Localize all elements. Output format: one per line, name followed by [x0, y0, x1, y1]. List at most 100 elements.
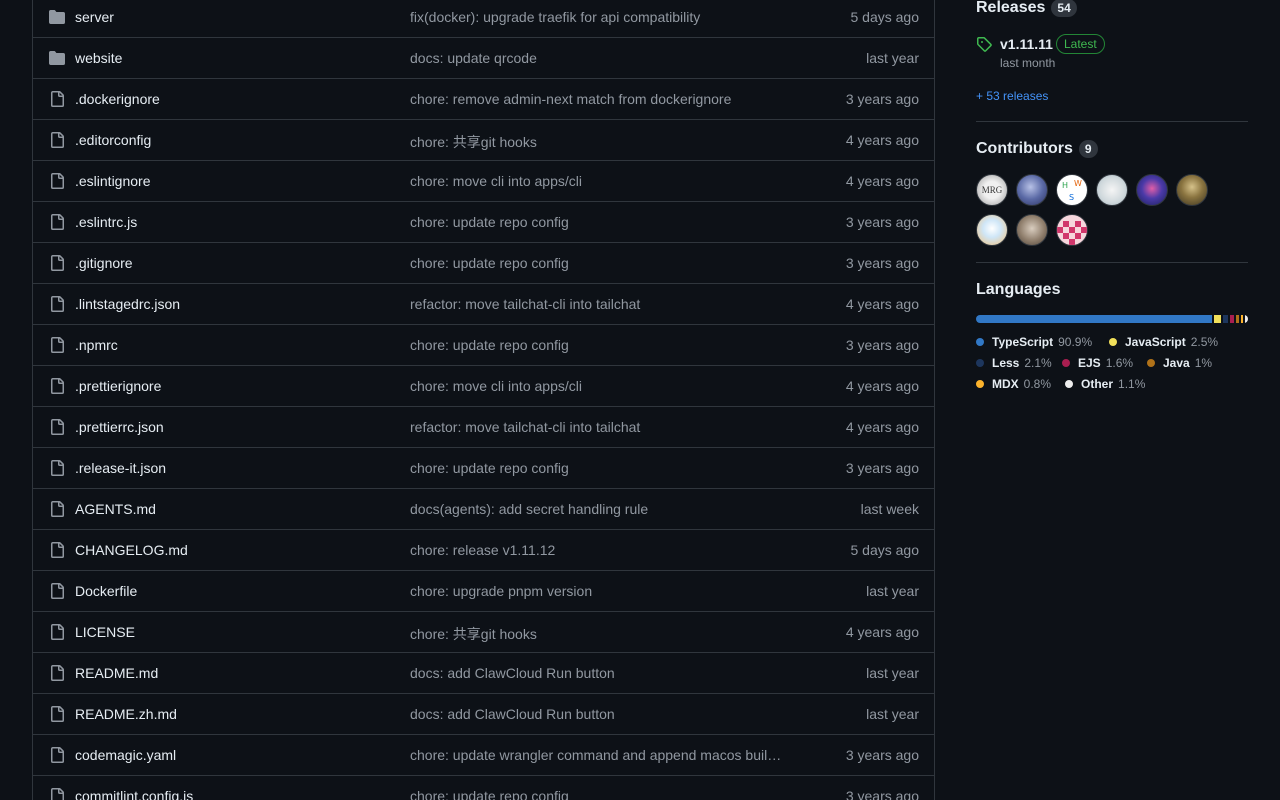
file-row[interactable]: .prettierrc.json refactor: move tailchat-… [33, 407, 934, 448]
file-name-link[interactable]: Dockerfile [75, 583, 137, 599]
file-name-link[interactable]: server [75, 9, 114, 25]
more-releases-link[interactable]: + 53 releases [976, 89, 1048, 103]
file-name-link[interactable]: README.md [75, 665, 158, 681]
file-name-link[interactable]: CHANGELOG.md [75, 542, 188, 558]
language-name: Other [1081, 377, 1114, 391]
file-name-link[interactable]: .prettierignore [75, 378, 161, 394]
file-icon [49, 378, 65, 394]
file-row[interactable]: CHANGELOG.md chore: release v1.11.12 5 day… [33, 530, 934, 571]
commit-message-link[interactable]: docs: add ClawCloud Run button [410, 706, 800, 722]
file-row[interactable]: README.zh.md docs: add ClawCloud Run butt… [33, 694, 934, 735]
language-color-dot [1062, 359, 1070, 367]
language-percent: 1% [1194, 356, 1213, 370]
commit-message-link[interactable]: docs(agents): add secret handling rule [410, 501, 800, 517]
commit-message-link[interactable]: chore: update repo config [410, 214, 800, 230]
language-bar-segment [1241, 315, 1244, 323]
commit-message-link[interactable]: chore: update repo config [410, 460, 800, 476]
avatar[interactable] [1176, 174, 1208, 206]
contributors-heading[interactable]: Contributors 9 [976, 140, 1248, 158]
language-item[interactable]: Less 2.1% [976, 356, 1052, 370]
releases-title[interactable]: Releases [976, 0, 1045, 17]
contributors-title[interactable]: Contributors [976, 140, 1073, 158]
avatar[interactable]: H W S [1056, 174, 1088, 206]
releases-heading[interactable]: Releases 54 [976, 0, 1248, 17]
commit-message-link[interactable]: chore: move cli into apps/cli [410, 173, 800, 189]
language-percent: 0.8% [1023, 377, 1052, 391]
avatar[interactable] [1096, 174, 1128, 206]
language-item[interactable]: TypeScript 90.9% [976, 335, 1092, 349]
commit-message-link[interactable]: chore: release v1.11.12 [410, 542, 800, 558]
language-item[interactable]: Other 1.1% [1065, 377, 1145, 391]
commit-message-link[interactable]: docs: update qrcode [410, 50, 800, 66]
language-color-dot [1065, 380, 1073, 388]
file-row[interactable]: commitlint.config.js chore: update repo c… [33, 776, 934, 800]
commit-message-link[interactable]: refactor: move tailchat-cli into tailcha… [410, 296, 800, 312]
file-name-link[interactable]: README.zh.md [75, 706, 177, 722]
release-version[interactable]: v1.11.11 [1000, 36, 1053, 52]
file-row[interactable]: .eslintrc.js chore: update repo config 3 y… [33, 202, 934, 243]
avatar[interactable] [1016, 214, 1048, 246]
file-row[interactable]: .editorconfig chore: 共享git hooks 4 years a… [33, 120, 934, 161]
file-row[interactable]: LICENSE chore: 共享git hooks 4 years ago [33, 612, 934, 653]
commit-message-link[interactable]: refactor: move tailchat-cli into tailcha… [410, 419, 800, 435]
language-color-dot [976, 359, 984, 367]
language-item[interactable]: EJS 1.6% [1062, 356, 1133, 370]
file-icon [49, 173, 65, 189]
file-name-link[interactable]: .editorconfig [75, 132, 151, 148]
language-name: Less [992, 356, 1020, 370]
file-name-link[interactable]: .dockerignore [75, 91, 160, 107]
commit-message-link[interactable]: chore: remove admin-next match from dock… [410, 91, 800, 107]
commit-message-link[interactable]: chore: update repo config [410, 337, 800, 353]
file-row[interactable]: .npmrc chore: update repo config 3 years a… [33, 325, 934, 366]
file-name-link[interactable]: .release-it.json [75, 460, 166, 476]
file-row[interactable]: Dockerfile chore: upgrade pnpm version las… [33, 571, 934, 612]
commit-message-link[interactable]: chore: update wrangler command and appen… [410, 747, 800, 763]
file-icon [49, 132, 65, 148]
commit-message-link[interactable]: chore: move cli into apps/cli [410, 378, 800, 394]
file-name-link[interactable]: LICENSE [75, 624, 135, 640]
language-item[interactable]: Java 1% [1147, 356, 1212, 370]
commit-message-link[interactable]: chore: 共享git hooks [410, 132, 800, 152]
commit-date: 3 years ago [845, 214, 919, 230]
file-row[interactable]: .lintstagedrc.json refactor: move tailcha… [33, 284, 934, 325]
file-name-link[interactable]: codemagic.yaml [75, 747, 176, 763]
commit-message-link[interactable]: docs: add ClawCloud Run button [410, 665, 800, 681]
avatar[interactable] [976, 214, 1008, 246]
file-name-link[interactable]: AGENTS.md [75, 501, 156, 517]
language-bar-segment [1236, 315, 1240, 323]
commit-date: 3 years ago [845, 337, 919, 353]
language-color-dot [1109, 338, 1117, 346]
file-name-link[interactable]: website [75, 50, 122, 66]
folder-icon [49, 50, 65, 66]
avatar[interactable] [1056, 214, 1088, 246]
avatar[interactable] [1016, 174, 1048, 206]
file-row[interactable]: .dockerignore chore: remove admin-next ma… [33, 79, 934, 120]
commit-message-link[interactable]: chore: 共享git hooks [410, 624, 800, 644]
file-name-link[interactable]: .prettierrc.json [75, 419, 164, 435]
file-row[interactable]: server fix(docker): upgrade traefik for a… [33, 0, 934, 38]
file-row[interactable]: .prettierignore chore: move cli into apps… [33, 366, 934, 407]
avatar-pattern: H W S [1062, 179, 1082, 202]
commit-message-link[interactable]: fix(docker): upgrade traefik for api com… [410, 9, 800, 25]
file-name-link[interactable]: .lintstagedrc.json [75, 296, 180, 312]
commit-message-link[interactable]: chore: upgrade pnpm version [410, 583, 800, 599]
file-name-link[interactable]: .eslintrc.js [75, 214, 137, 230]
file-name-link[interactable]: .gitignore [75, 255, 133, 271]
file-name-link[interactable]: .eslintignore [75, 173, 151, 189]
file-name-link[interactable]: .npmrc [75, 337, 118, 353]
file-row[interactable]: website docs: update qrcode last year [33, 38, 934, 79]
commit-message-link[interactable]: chore: update repo config [410, 788, 800, 800]
file-row[interactable]: AGENTS.md docs(agents): add secret handli… [33, 489, 934, 530]
file-row[interactable]: .gitignore chore: update repo config 3 yea… [33, 243, 934, 284]
file-row[interactable]: codemagic.yaml chore: update wrangler com… [33, 735, 934, 776]
language-item[interactable]: JavaScript 2.5% [1109, 335, 1218, 349]
file-row[interactable]: .release-it.json chore: update repo confi… [33, 448, 934, 489]
file-row[interactable]: .eslintignore chore: move cli into apps/c… [33, 161, 934, 202]
avatar[interactable] [1136, 174, 1168, 206]
avatar[interactable]: MRG [976, 174, 1008, 206]
commit-message-link[interactable]: chore: update repo config [410, 255, 800, 271]
latest-release[interactable]: v1.11.11 Latest last month [976, 34, 1248, 74]
file-row[interactable]: README.md docs: add ClawCloud Run button l… [33, 653, 934, 694]
language-item[interactable]: MDX 0.8% [976, 377, 1051, 391]
file-name-link[interactable]: commitlint.config.js [75, 788, 193, 800]
